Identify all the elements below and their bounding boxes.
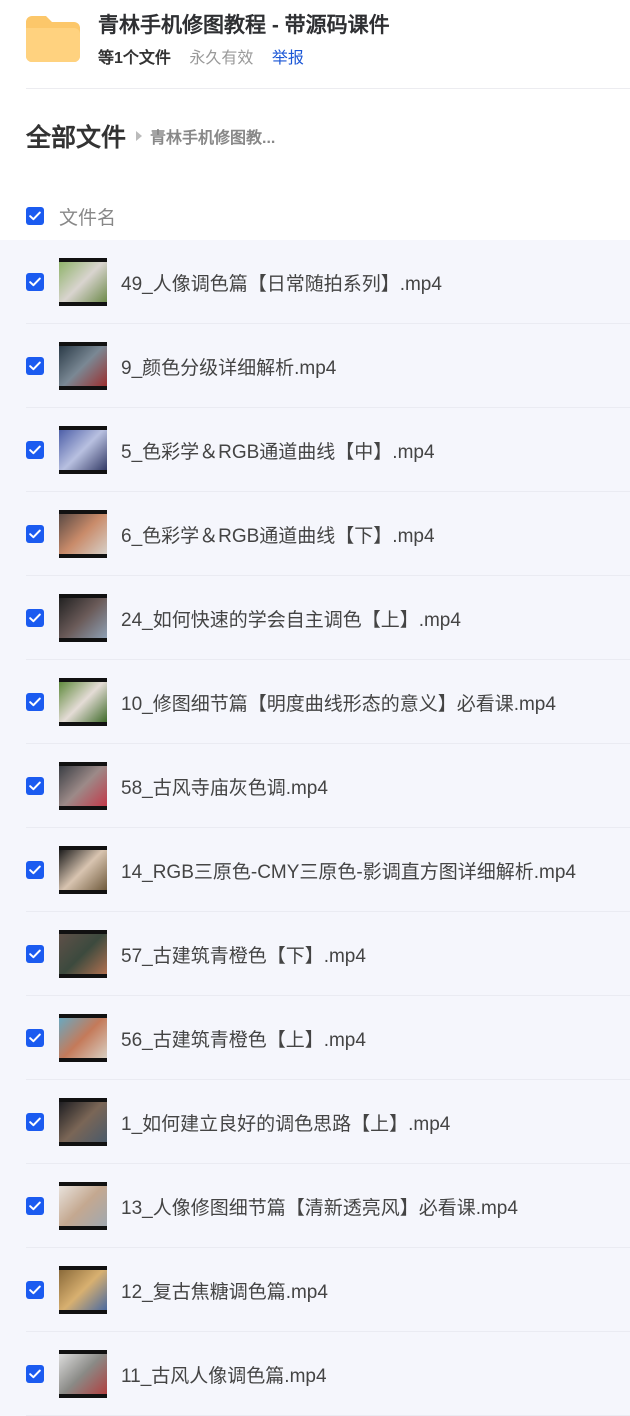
check-icon: [29, 865, 41, 875]
check-icon: [29, 697, 41, 707]
file-row[interactable]: 13_人像修图细节篇【清新透亮风】必看课.mp4: [0, 1164, 630, 1248]
file-name: 24_如何快速的学会自主调色【上】.mp4: [121, 609, 461, 631]
file-name: 11_古风人像调色篇.mp4: [121, 1365, 327, 1387]
file-checkbox[interactable]: [26, 1029, 44, 1047]
list-header: 文件名: [26, 196, 116, 236]
breadcrumb: 全部文件 青林手机修图教...: [26, 118, 275, 154]
video-thumbnail: [59, 594, 107, 642]
file-row[interactable]: 24_如何快速的学会自主调色【上】.mp4: [0, 576, 630, 660]
file-name: 57_古建筑青橙色【下】.mp4: [121, 945, 366, 967]
file-name: 1_如何建立良好的调色思路【上】.mp4: [121, 1113, 451, 1135]
file-checkbox[interactable]: [26, 693, 44, 711]
file-checkbox[interactable]: [26, 273, 44, 291]
check-icon: [29, 445, 41, 455]
video-thumbnail: [59, 426, 107, 474]
check-icon: [29, 1201, 41, 1211]
file-checkbox[interactable]: [26, 525, 44, 543]
video-thumbnail: [59, 846, 107, 894]
folder-icon: [26, 16, 80, 62]
file-row[interactable]: 49_人像调色篇【日常随拍系列】.mp4: [0, 240, 630, 324]
file-row[interactable]: 14_RGB三原色-CMY三原色-影调直方图详细解析.mp4: [0, 828, 630, 912]
file-name: 14_RGB三原色-CMY三原色-影调直方图详细解析.mp4: [121, 861, 576, 883]
video-thumbnail: [59, 258, 107, 306]
video-thumbnail: [59, 342, 107, 390]
file-row[interactable]: 9_颜色分级详细解析.mp4: [0, 324, 630, 408]
file-row[interactable]: 10_修图细节篇【明度曲线形态的意义】必看课.mp4: [0, 660, 630, 744]
check-icon: [29, 949, 41, 959]
file-row[interactable]: 56_古建筑青橙色【上】.mp4: [0, 996, 630, 1080]
check-icon: [29, 277, 41, 287]
file-checkbox[interactable]: [26, 945, 44, 963]
file-row[interactable]: 57_古建筑青橙色【下】.mp4: [0, 912, 630, 996]
file-row[interactable]: 6_色彩学＆RGB通道曲线【下】.mp4: [0, 492, 630, 576]
check-icon: [29, 613, 41, 623]
file-checkbox[interactable]: [26, 1197, 44, 1215]
video-thumbnail: [59, 930, 107, 978]
check-icon: [29, 1285, 41, 1295]
file-name: 9_颜色分级详细解析.mp4: [121, 357, 337, 379]
select-all-checkbox[interactable]: [26, 207, 44, 225]
check-icon: [29, 361, 41, 371]
file-row[interactable]: 5_色彩学＆RGB通道曲线【中】.mp4: [0, 408, 630, 492]
check-icon: [29, 211, 41, 221]
video-thumbnail: [59, 762, 107, 810]
file-name: 10_修图细节篇【明度曲线形态的意义】必看课.mp4: [121, 693, 556, 715]
share-header: 青林手机修图教程 - 带源码课件 等1个文件 永久有效 举报: [26, 0, 630, 89]
video-thumbnail: [59, 1014, 107, 1062]
check-icon: [29, 781, 41, 791]
check-icon: [29, 529, 41, 539]
file-checkbox[interactable]: [26, 1365, 44, 1383]
file-list: 49_人像调色篇【日常随拍系列】.mp4 9_颜色分级详细解析.mp4 5_色彩学＆…: [0, 240, 630, 1416]
file-count: 等1个文件: [98, 50, 171, 67]
file-name: 6_色彩学＆RGB通道曲线【下】.mp4: [121, 525, 435, 547]
chevron-right-icon: [136, 131, 143, 141]
file-name: 12_复古焦糖调色篇.mp4: [121, 1281, 328, 1303]
file-row[interactable]: 11_古风人像调色篇.mp4: [0, 1332, 630, 1416]
video-thumbnail: [59, 1350, 107, 1398]
file-checkbox[interactable]: [26, 777, 44, 795]
video-thumbnail: [59, 678, 107, 726]
file-row[interactable]: 12_复古焦糖调色篇.mp4: [0, 1248, 630, 1332]
check-icon: [29, 1117, 41, 1127]
check-icon: [29, 1369, 41, 1379]
file-checkbox[interactable]: [26, 1113, 44, 1131]
file-name: 49_人像调色篇【日常随拍系列】.mp4: [121, 273, 442, 295]
check-icon: [29, 1033, 41, 1043]
video-thumbnail: [59, 510, 107, 558]
column-header-filename: 文件名: [59, 207, 117, 229]
report-link[interactable]: 举报: [272, 50, 304, 67]
file-checkbox[interactable]: [26, 861, 44, 879]
file-name: 56_古建筑青橙色【上】.mp4: [121, 1029, 366, 1051]
file-checkbox[interactable]: [26, 609, 44, 627]
video-thumbnail: [59, 1266, 107, 1314]
validity-label: 永久有效: [189, 50, 254, 67]
breadcrumb-current: 青林手机修图教...: [150, 130, 276, 147]
share-meta: 等1个文件 永久有效 举报: [98, 44, 304, 68]
file-checkbox[interactable]: [26, 441, 44, 459]
breadcrumb-root[interactable]: 全部文件: [26, 118, 126, 154]
video-thumbnail: [59, 1098, 107, 1146]
file-name: 13_人像修图细节篇【清新透亮风】必看课.mp4: [121, 1197, 518, 1219]
file-row[interactable]: 1_如何建立良好的调色思路【上】.mp4: [0, 1080, 630, 1164]
file-name: 58_古风寺庙灰色调.mp4: [121, 777, 328, 799]
video-thumbnail: [59, 1182, 107, 1230]
file-checkbox[interactable]: [26, 1281, 44, 1299]
share-title: 青林手机修图教程 - 带源码课件: [98, 14, 390, 37]
file-row[interactable]: 58_古风寺庙灰色调.mp4: [0, 744, 630, 828]
file-checkbox[interactable]: [26, 357, 44, 375]
file-name: 5_色彩学＆RGB通道曲线【中】.mp4: [121, 441, 435, 463]
